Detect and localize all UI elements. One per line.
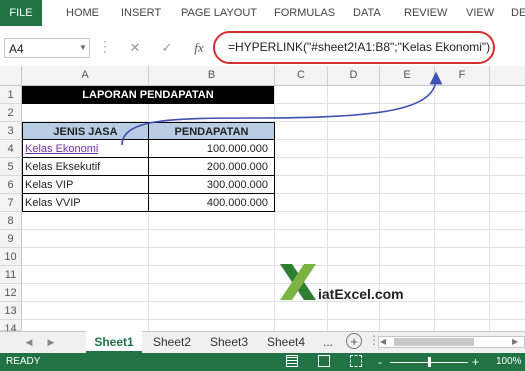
page-break-view-icon[interactable] xyxy=(350,355,362,367)
zoom-level[interactable]: 100% xyxy=(496,353,522,371)
sheet-tab-sheet2[interactable]: Sheet2 xyxy=(145,331,199,353)
sheet-tab-sheet1[interactable]: Sheet1 xyxy=(86,331,142,353)
watermark-text: iatExcel.com xyxy=(318,286,404,302)
normal-view-icon[interactable] xyxy=(286,355,298,367)
zoom-slider-thumb[interactable] xyxy=(428,357,431,367)
xiatexcel-logo xyxy=(280,264,316,300)
more-sheets-button[interactable]: ... xyxy=(316,331,340,353)
page-layout-view-icon[interactable] xyxy=(318,355,330,367)
annotation-arrow xyxy=(121,71,443,146)
zoom-in-button[interactable]: + xyxy=(472,353,479,371)
zoom-out-button[interactable]: - xyxy=(378,353,382,371)
sheet-tab-sheet3[interactable]: Sheet3 xyxy=(202,331,256,353)
scroll-right-icon[interactable]: ▶ xyxy=(44,331,58,353)
scroll-right-icon[interactable]: ▶ xyxy=(512,337,518,346)
status-ready: READY xyxy=(6,356,41,367)
sheet-tab-sheet4[interactable]: Sheet4 xyxy=(259,331,313,353)
scroll-left-icon[interactable]: ◀ xyxy=(22,331,36,353)
scroll-left-icon[interactable]: ◀ xyxy=(380,337,386,346)
add-sheet-icon[interactable]: + xyxy=(346,333,362,349)
scrollbar-thumb[interactable] xyxy=(394,338,474,346)
